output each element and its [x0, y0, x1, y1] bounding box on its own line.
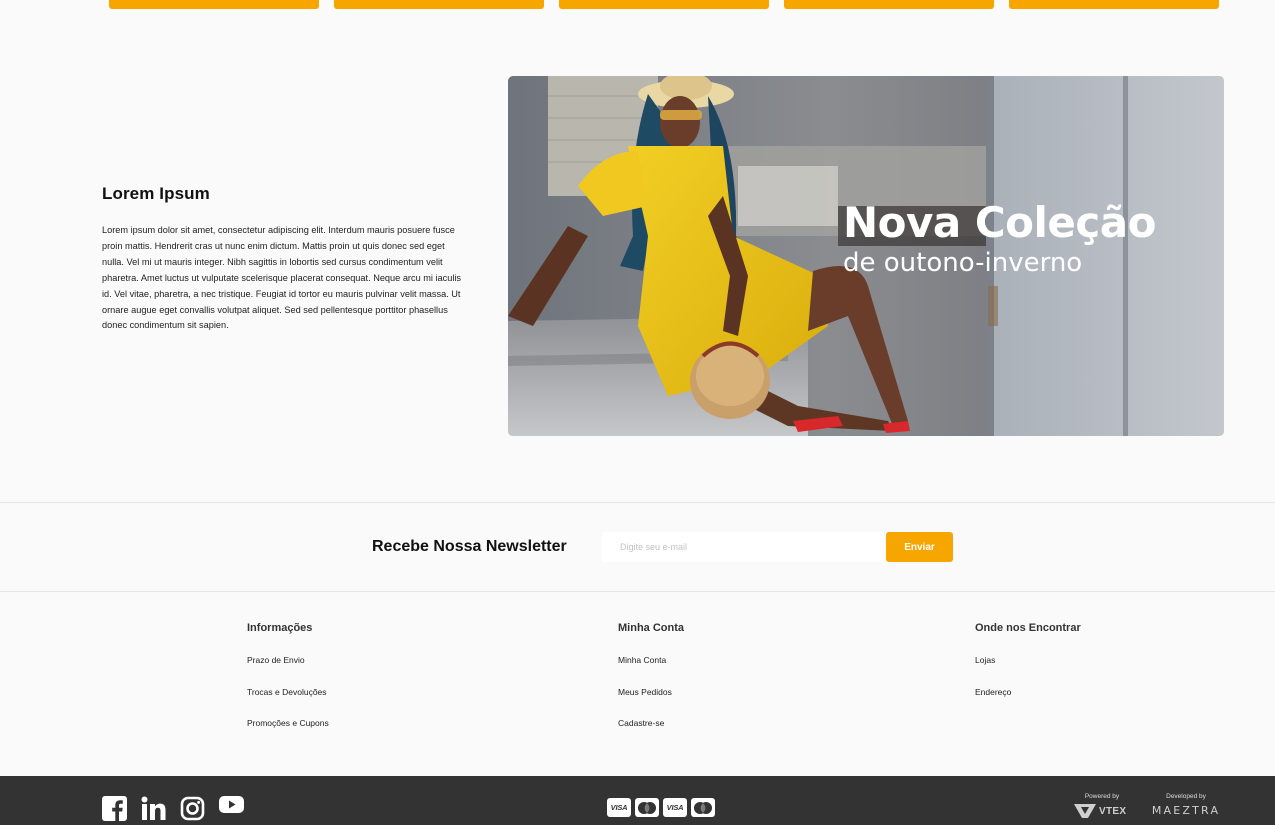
- category-button-2[interactable]: [334, 0, 544, 9]
- collection-banner[interactable]: Nova Coleção de outono-inverno: [508, 76, 1224, 436]
- visa-icon: VISA: [663, 798, 687, 817]
- divider: [0, 502, 1275, 503]
- footer-link-stores[interactable]: Lojas: [975, 655, 1081, 687]
- footer-column-account: Minha Conta Minha Conta Meus Pedidos Cad…: [618, 622, 684, 750]
- banner-title: Nova Coleção: [843, 198, 1156, 247]
- footer-link-shipping[interactable]: Prazo de Envio: [247, 655, 329, 687]
- powered-by-credit: Powered by VTEX: [1074, 793, 1130, 818]
- footer-link-my-account[interactable]: Minha Conta: [618, 655, 684, 687]
- instagram-icon[interactable]: [180, 796, 205, 825]
- social-links: [102, 796, 244, 825]
- mastercard-icon: [635, 798, 659, 817]
- footer-column-find-us: Onde nos Encontrar Lojas Endereço: [975, 622, 1081, 718]
- category-button-3[interactable]: [559, 0, 769, 9]
- visa-icon: VISA: [607, 798, 631, 817]
- linkedin-icon[interactable]: [141, 796, 166, 825]
- developed-by-credit: Developed by MAEZTRA: [1148, 793, 1224, 817]
- facebook-icon[interactable]: [102, 796, 127, 825]
- banner-subtitle: de outono-inverno: [843, 248, 1082, 278]
- vtex-brand: VTEX: [1099, 805, 1127, 817]
- category-button-4[interactable]: [784, 0, 994, 9]
- banner-photo: Nova Coleção de outono-inverno: [508, 76, 1224, 436]
- footer-link-promotions[interactable]: Promoções e Cupons: [247, 718, 329, 750]
- footer-link-register[interactable]: Cadastre-se: [618, 718, 684, 750]
- vtex-mark-icon: [1074, 804, 1096, 818]
- top-buttons-row: [109, 0, 1219, 9]
- footer-bottom-bar: VISA VISA Powered by VTEX Developed by M…: [0, 776, 1275, 825]
- mastercard-icon: [691, 798, 715, 817]
- footer-link-address[interactable]: Endereço: [975, 687, 1081, 719]
- developed-by-label: Developed by: [1166, 793, 1206, 800]
- payment-methods: VISA VISA: [607, 798, 715, 817]
- footer-link-returns[interactable]: Trocas e Devoluções: [247, 687, 329, 719]
- powered-by-label: Powered by: [1084, 793, 1120, 800]
- hero-title: Lorem Ipsum: [102, 184, 210, 203]
- footer-link-my-orders[interactable]: Meus Pedidos: [618, 687, 684, 719]
- category-button-1[interactable]: [109, 0, 319, 9]
- footer-column-title: Minha Conta: [618, 622, 684, 634]
- newsletter-email-input[interactable]: [602, 532, 884, 562]
- hero-body-text: Lorem ipsum dolor sit amet, consectetur …: [102, 225, 462, 331]
- newsletter-submit-button[interactable]: Enviar: [886, 532, 953, 562]
- footer-column-title: Onde nos Encontrar: [975, 622, 1081, 634]
- footer-column-title: Informações: [247, 622, 313, 634]
- vtex-logo[interactable]: VTEX: [1074, 804, 1130, 818]
- visa-label: VISA: [610, 803, 628, 812]
- visa-label: VISA: [666, 803, 684, 812]
- newsletter-title: Recebe Nossa Newsletter: [372, 538, 567, 555]
- footer-column-info: Informações Prazo de Envio Trocas e Devo…: [247, 622, 329, 750]
- maeztra-logo[interactable]: MAEZTRA: [1152, 804, 1220, 817]
- youtube-icon[interactable]: [219, 796, 244, 820]
- hero-text-block: Lorem Ipsum Lorem ipsum dolor sit amet, …: [102, 184, 462, 334]
- divider: [0, 591, 1275, 592]
- category-button-5[interactable]: [1009, 0, 1219, 9]
